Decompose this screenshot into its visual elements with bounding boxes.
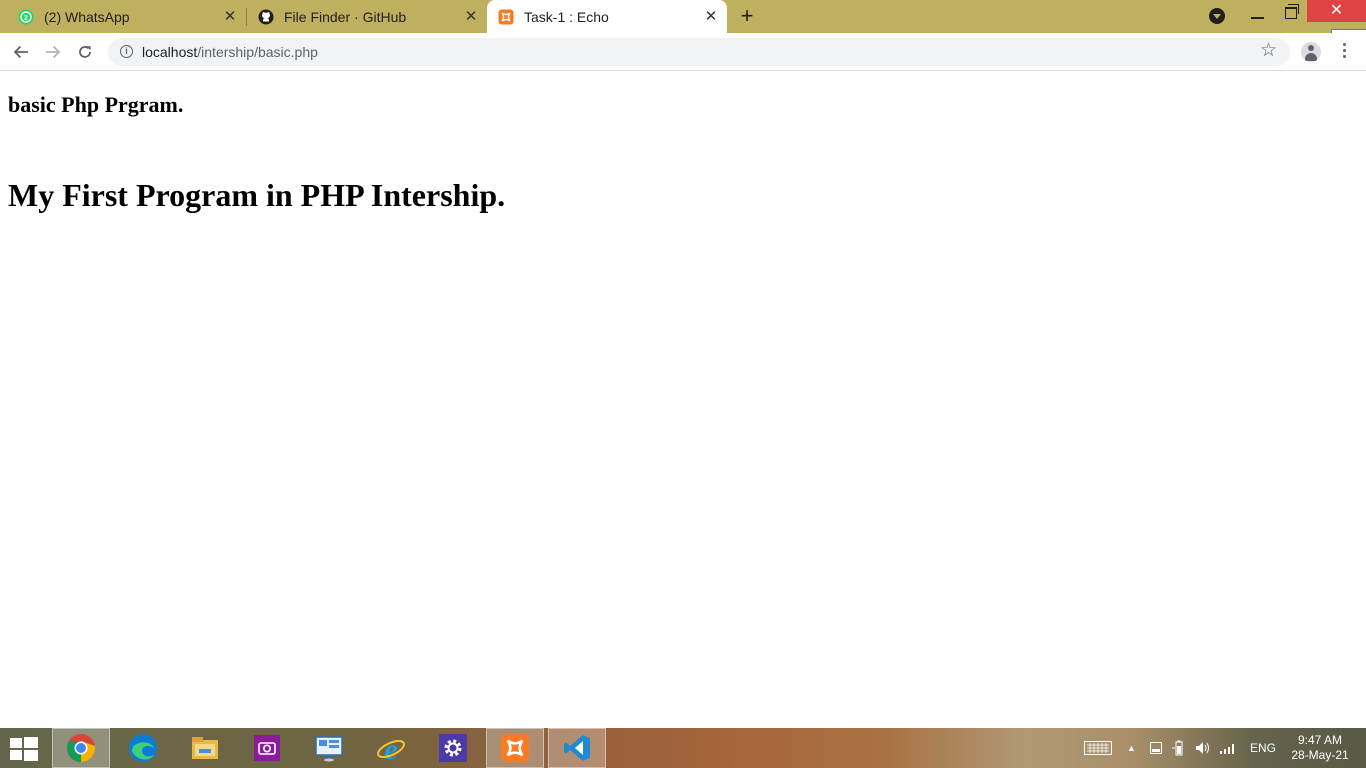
tab-title: (2) WhatsApp xyxy=(44,8,130,25)
address-bar[interactable]: i localhost/intership/basic.php ☆ xyxy=(108,38,1290,66)
tab-whatsapp[interactable]: 2 (2) WhatsApp ✕ xyxy=(0,0,246,33)
taskbar-camera[interactable] xyxy=(238,728,296,768)
back-button[interactable] xyxy=(8,39,34,65)
input-language[interactable]: ENG xyxy=(1250,728,1276,768)
xampp-icon xyxy=(500,733,530,763)
close-window-button[interactable]: ✕ xyxy=(1307,0,1366,22)
remote-desktop-icon xyxy=(315,736,343,762)
touch-keyboard-icon[interactable] xyxy=(1084,728,1112,768)
bookmark-star-icon[interactable]: ☆ xyxy=(1260,41,1277,61)
settings-icon xyxy=(439,734,467,762)
reload-icon xyxy=(79,46,91,58)
new-tab-button[interactable]: + xyxy=(736,5,758,28)
vscode-icon xyxy=(564,735,590,761)
battery-icon[interactable] xyxy=(1172,728,1186,768)
taskbar-file-explorer[interactable] xyxy=(176,728,234,768)
url-host: localhost xyxy=(142,44,198,60)
tab-task-echo[interactable]: Task-1 : Echo ✕ xyxy=(487,0,727,33)
show-hidden-icons-icon[interactable]: ▲ xyxy=(1127,728,1136,768)
minimize-button[interactable] xyxy=(1242,0,1274,33)
tab-github[interactable]: File Finder · GitHub ✕ xyxy=(247,0,487,33)
volume-icon[interactable] xyxy=(1195,728,1211,768)
clock-date: 28-May-21 xyxy=(1291,748,1349,762)
taskbar-remote-desktop[interactable] xyxy=(300,728,358,768)
windows-start-icon[interactable] xyxy=(10,737,38,761)
tab-close-icon[interactable]: ✕ xyxy=(703,9,719,25)
file-explorer-icon xyxy=(192,737,218,759)
browser-menu-icon[interactable] xyxy=(1343,43,1347,59)
system-clock[interactable]: 9:47 AM 28-May-21 xyxy=(1288,733,1352,763)
chrome-icon xyxy=(67,734,96,762)
svg-text:e: e xyxy=(384,733,397,764)
forward-button[interactable] xyxy=(40,39,66,65)
tab-strip: 2 (2) WhatsApp ✕ File Finder · GitHub ✕ … xyxy=(0,0,1366,33)
taskbar-xampp[interactable] xyxy=(486,728,544,768)
forward-arrow-icon xyxy=(46,45,61,59)
tab-title: File Finder · GitHub xyxy=(284,8,407,25)
taskbar-internet-explorer[interactable]: e xyxy=(362,728,420,768)
svg-text:2: 2 xyxy=(24,15,28,22)
taskbar-vscode[interactable] xyxy=(548,728,606,768)
tab-close-icon[interactable]: ✕ xyxy=(463,9,479,25)
tab-search-icon[interactable] xyxy=(1209,8,1225,24)
taskbar-chrome[interactable] xyxy=(52,728,110,768)
edge-icon xyxy=(129,734,157,762)
reload-button[interactable] xyxy=(72,39,98,65)
page-heading: My First Program in PHP Intership. xyxy=(8,177,506,213)
windows-taskbar: e ▲ ENG 9:47 AM 28-May-21 xyxy=(0,728,1366,768)
back-arrow-icon xyxy=(13,45,28,59)
profile-avatar-icon[interactable] xyxy=(1301,42,1321,62)
network-signal-icon[interactable] xyxy=(1219,728,1237,768)
site-info-icon[interactable]: i xyxy=(120,45,133,58)
tab-close-icon[interactable]: ✕ xyxy=(222,9,238,25)
web-page-content: basic Php Prgram. My First Program in PH… xyxy=(0,71,1366,728)
taskbar-settings[interactable] xyxy=(424,728,482,768)
url-path: /intership/basic.php xyxy=(197,44,318,60)
clock-time: 9:47 AM xyxy=(1297,733,1343,747)
xampp-icon xyxy=(498,9,514,25)
internet-explorer-icon: e xyxy=(377,733,405,764)
page-subheading: basic Php Prgram. xyxy=(8,92,184,117)
restore-button[interactable] xyxy=(1274,0,1306,33)
action-center-icon[interactable] xyxy=(1150,728,1162,768)
tab-title: Task-1 : Echo xyxy=(524,8,609,25)
url-text[interactable]: localhost/intership/basic.php xyxy=(142,44,318,60)
github-icon xyxy=(258,9,274,25)
browser-toolbar: i localhost/intership/basic.php ☆ xyxy=(0,33,1366,71)
whatsapp-icon: 2 xyxy=(18,9,34,25)
taskbar-edge[interactable] xyxy=(114,728,172,768)
camera-app-icon xyxy=(254,735,280,761)
